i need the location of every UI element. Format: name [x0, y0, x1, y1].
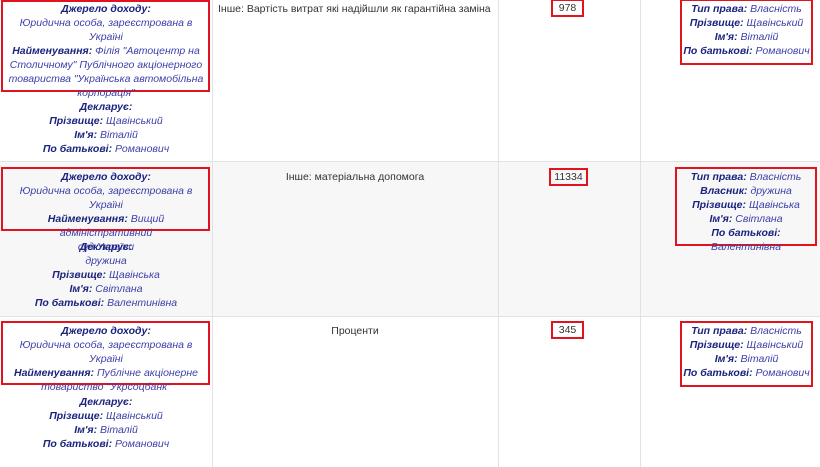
rights-value: Власність — [750, 3, 802, 15]
rights-value: Власність — [749, 171, 802, 183]
income-kind-cell: Інше: матеріальна допомога — [212, 162, 499, 316]
rights-value: дружина — [750, 185, 792, 197]
source-label: Джерело доходу: — [61, 3, 151, 15]
rights-label: Ім'я: — [714, 31, 738, 43]
rights-value: Віталій — [740, 31, 779, 43]
source-name-line: Публічне акціонерне — [96, 367, 198, 379]
declarant-relation: дружина — [85, 255, 127, 267]
rights-value: Власність — [750, 325, 802, 337]
income-source-cell: Джерело доходу: Юридична особа, зареєстр… — [0, 162, 213, 316]
declarant-patronymic: Валентинівна — [107, 297, 178, 309]
rights-label: Тип права: — [690, 171, 747, 183]
rights-value: Щавінська — [748, 199, 800, 211]
declarant-surname: Щавінський — [106, 115, 163, 127]
rights-label: Ім'я: — [709, 213, 733, 225]
income-amount-cell: 11334 — [498, 162, 641, 316]
declarant-name-label: Ім'я: — [74, 424, 98, 436]
rights-label: Ім'я: — [714, 353, 738, 365]
declarant-patronymic-label: По батькові: — [42, 143, 113, 155]
declarant-name: Віталій — [100, 424, 138, 436]
source-name-line: корпорація" — [77, 87, 135, 99]
declarant: Декларує: Прізвище: Щавінський Ім'я: Віт… — [0, 395, 212, 451]
rights-label: Прізвище: — [689, 339, 744, 351]
declarant-name-label: Ім'я: — [74, 129, 98, 141]
declarant-patronymic-label: По батькові: — [42, 438, 113, 450]
income-kind-cell: Інше: Вартість витрат які надійшли як га… — [212, 0, 499, 161]
declarant-surname-label: Прізвище: — [52, 269, 107, 281]
rights-list: Тип права: Власність Прізвище: Щавінськи… — [680, 2, 813, 58]
declarant-label: Декларує: — [79, 241, 133, 253]
rights-value: Світлана — [735, 213, 783, 225]
income-source-cell: Джерело доходу: Юридична особа, зареєстр… — [0, 0, 213, 161]
table-row: Джерело доходу: Юридична особа, зареєстр… — [0, 317, 820, 467]
table-row: Джерело доходу: Юридична особа, зареєстр… — [0, 0, 820, 162]
declarant-name: Світлана — [95, 283, 143, 295]
income-kind: Інше: матеріальна допомога — [285, 171, 425, 183]
source-name-line: Філія "Автоцентр на — [95, 45, 200, 57]
source-type: Юридична особа, зареєстрована в Україні — [19, 185, 193, 211]
declarant-patronymic-label: По батькові: — [34, 297, 105, 309]
rights-value: Віталій — [740, 353, 779, 365]
income-kind: Проценти — [331, 325, 379, 337]
rights-value: Щавінський — [746, 339, 804, 351]
income-rights-cell: Тип права: Власність Прізвище: Щавінськи… — [640, 0, 820, 161]
income-amount: 345 — [551, 321, 584, 339]
declarant-label: Декларує: — [79, 101, 133, 113]
declarant-surname-label: Прізвище: — [49, 410, 104, 422]
declarant-label: Декларує: — [79, 396, 133, 408]
rights-label: По батькові: — [683, 45, 753, 57]
income-amount-cell: 345 — [498, 317, 641, 467]
income-amount: 11334 — [549, 168, 588, 186]
declarant-surname: Щавінська — [108, 269, 160, 281]
source-label: Джерело доходу: — [61, 325, 151, 337]
declarant-surname-label: Прізвище: — [49, 115, 104, 127]
source-label: Джерело доходу: — [61, 171, 151, 183]
source-name-line: товариства "Українська автомобільна — [8, 73, 204, 85]
source-name-label: Найменування: — [12, 45, 93, 57]
rights-label: Тип права: — [691, 3, 748, 15]
income-source: Джерело доходу: Юридична особа, зареєстр… — [2, 2, 210, 100]
declarant: Декларує: дружина Прізвище: Щавінська Ім… — [0, 240, 212, 310]
income-kind: Інше: Вартість витрат які надійшли як га… — [218, 3, 491, 15]
source-name-line: товариство "Укрсоцбанк" — [41, 381, 171, 393]
rights-list: Тип права: Власність Прізвище: Щавінськи… — [680, 324, 813, 380]
rights-list: Тип права: Власність Власник: дружина Пр… — [675, 170, 817, 254]
income-rights-cell: Тип права: Власність Прізвище: Щавінськи… — [640, 317, 820, 467]
rights-value: Романович — [755, 45, 810, 57]
source-name-label: Найменування: — [47, 213, 128, 225]
rights-value: Щавінський — [746, 17, 804, 29]
income-kind-cell: Проценти — [212, 317, 499, 467]
source-name-line: Столичному" Публічного акціонерного — [9, 59, 203, 71]
source-type: Юридична особа, зареєстрована в Україні — [19, 339, 193, 365]
income-amount-cell: 978 — [498, 0, 641, 161]
income-amount: 978 — [551, 0, 584, 17]
rights-label: По батькові: — [711, 227, 781, 239]
income-source: Джерело доходу: Юридична особа, зареєстр… — [2, 324, 210, 394]
income-source-cell: Джерело доходу: Юридична особа, зареєстр… — [0, 317, 213, 467]
declarant-patronymic: Романович — [115, 143, 170, 155]
income-rights-cell: Тип права: Власність Власник: дружина Пр… — [640, 162, 820, 316]
rights-label: Прізвище: — [692, 199, 747, 211]
declarant: Декларує: Прізвище: Щавінський Ім'я: Віт… — [0, 100, 212, 156]
source-name-label: Найменування: — [13, 367, 95, 379]
rights-value: Валентинівна — [710, 241, 782, 253]
declarant-surname: Щавінський — [106, 410, 163, 422]
declarant-name-label: Ім'я: — [69, 283, 93, 295]
declarant-patronymic: Романович — [115, 438, 170, 450]
declarant-name: Віталій — [100, 129, 138, 141]
source-type: Юридична особа, зареєстрована в Україні — [19, 17, 193, 43]
rights-value: Романович — [755, 367, 810, 379]
income-table: Джерело доходу: Юридична особа, зареєстр… — [0, 0, 820, 467]
rights-label: Власник: — [700, 185, 748, 197]
table-row: Джерело доходу: Юридична особа, зареєстр… — [0, 162, 820, 317]
rights-label: Тип права: — [691, 325, 748, 337]
rights-label: Прізвище: — [689, 17, 744, 29]
rights-label: По батькові: — [683, 367, 753, 379]
